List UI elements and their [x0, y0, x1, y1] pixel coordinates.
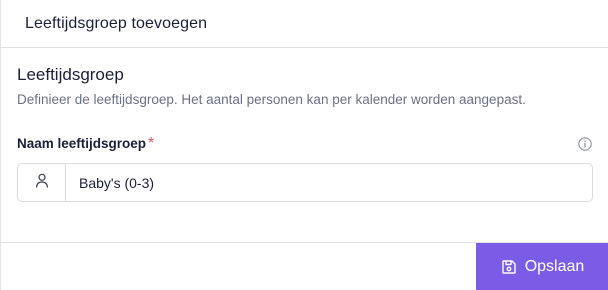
section: Leeftijdsgroep Definieer de leeftijdsgro…	[17, 64, 593, 109]
field-label: Naam leeftijdsgroep *	[17, 135, 154, 153]
required-mark: *	[148, 135, 155, 152]
dialog: Leeftijdsgroep toevoegen Leeftijdsgroep …	[0, 0, 608, 290]
field-label-text: Naam leeftijdsgroep	[17, 136, 147, 151]
dialog-header: Leeftijdsgroep toevoegen	[1, 0, 608, 48]
name-input-group	[17, 163, 593, 202]
save-icon	[501, 259, 517, 275]
dialog-title: Leeftijdsgroep toevoegen	[25, 14, 208, 32]
save-button-label: Opslaan	[524, 258, 585, 275]
dialog-footer: Opslaan	[1, 242, 608, 290]
save-button[interactable]: Opslaan	[476, 243, 608, 290]
input-prefix	[18, 164, 66, 201]
field-label-row: Naam leeftijdsgroep *	[17, 134, 593, 154]
name-input[interactable]	[66, 164, 592, 201]
user-icon	[35, 173, 49, 193]
section-description: Definieer de leeftijdsgroep. Het aantal …	[17, 92, 526, 107]
info-icon[interactable]	[577, 137, 592, 152]
section-title: Leeftijdsgroep	[17, 65, 124, 84]
